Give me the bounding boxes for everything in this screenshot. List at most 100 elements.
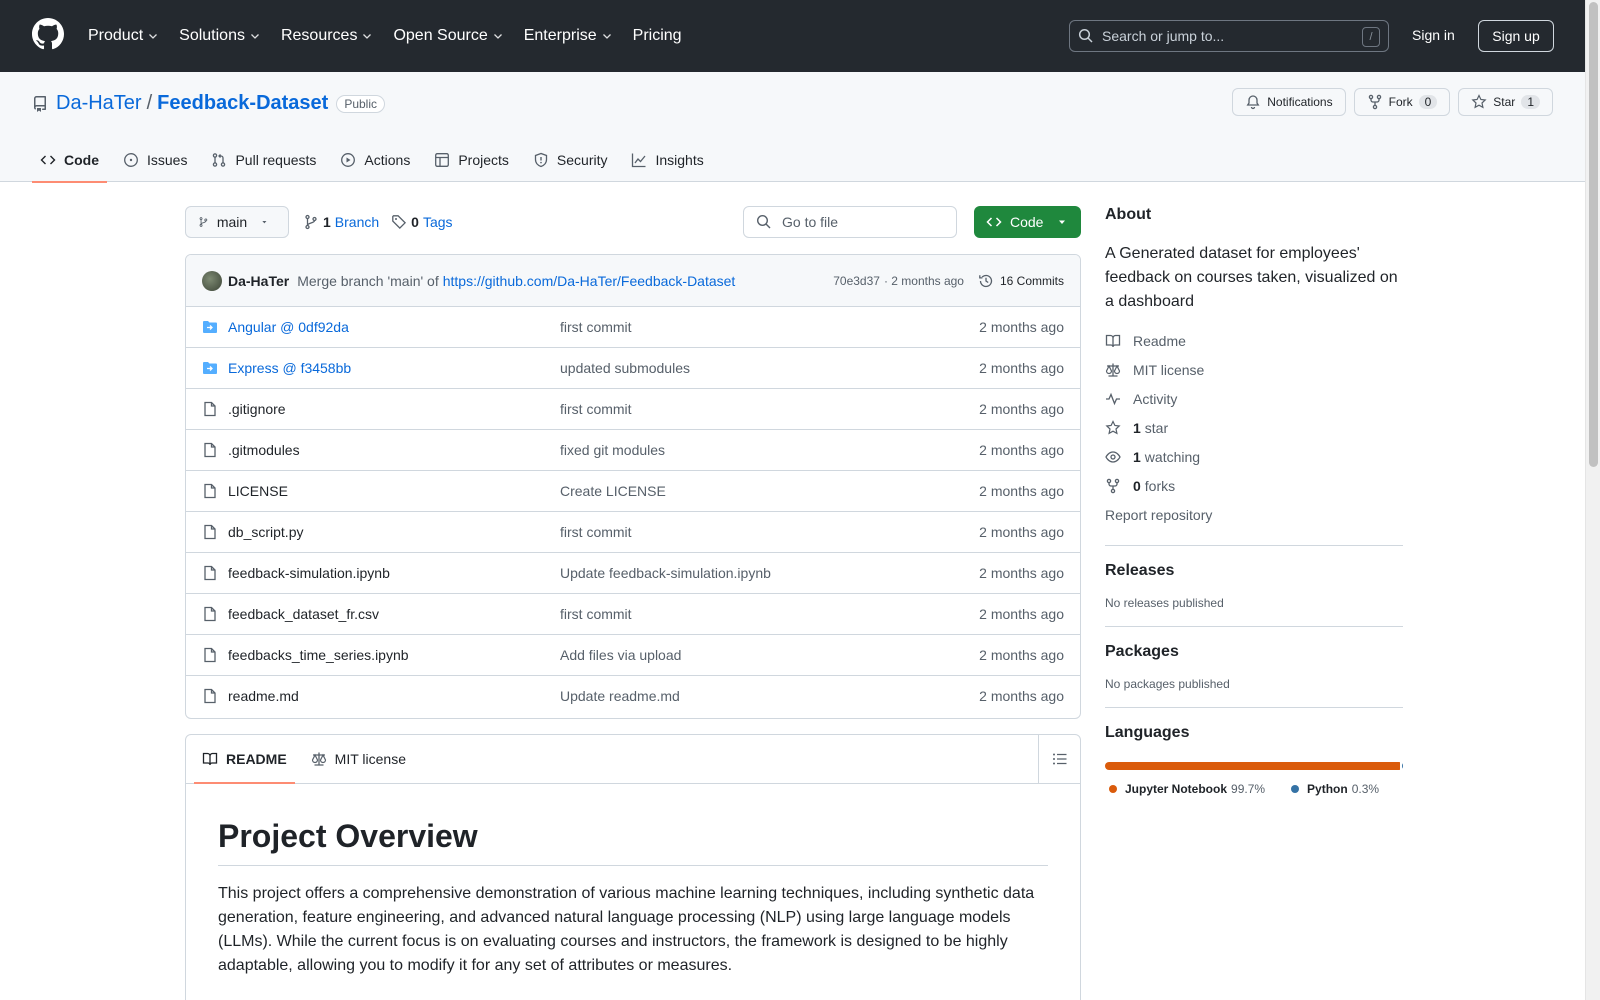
nav-open-source[interactable]: Open Source <box>393 24 503 48</box>
language-item[interactable]: Python 0.3% <box>1287 782 1379 796</box>
file-commit-message-link[interactable]: fixed git modules <box>560 442 665 458</box>
languages-title: Languages <box>1105 724 1190 741</box>
file-commit-message-link[interactable]: first commit <box>560 401 632 417</box>
watching-count: 1 <box>1133 448 1141 465</box>
repo-name-link[interactable]: Feedback-Dataset <box>157 92 328 115</box>
file-name-link[interactable]: LICENSE <box>228 483 288 499</box>
file-row[interactable]: Angular @ 0df92da first commit 2 months ag… <box>186 307 1080 348</box>
branch-select-button[interactable]: main <box>185 206 289 238</box>
repository-header: Da-HaTer / Feedback-Dataset Public Notif… <box>0 72 1585 183</box>
page-scrollbar[interactable] <box>1585 0 1600 1000</box>
fork-icon <box>1106 478 1120 493</box>
branches-link[interactable]: 1 Branch <box>303 214 379 230</box>
tab-label: Projects <box>458 152 509 168</box>
readme-link-label: Readme <box>1133 332 1186 349</box>
forks-label: forks <box>1144 477 1176 494</box>
file-commit-message-link[interactable]: first commit <box>560 524 632 540</box>
tab-insights[interactable]: Insights <box>623 138 711 182</box>
sign-in-link[interactable]: Sign in <box>1412 27 1455 43</box>
file-commit-message-link[interactable]: Update readme.md <box>560 688 680 704</box>
file-icon-wrap <box>202 401 218 417</box>
tags-link[interactable]: 0 Tags <box>391 214 453 230</box>
file-name-link[interactable]: Angular @ 0df92da <box>228 319 349 335</box>
commit-message-link[interactable]: https://github.com/Da-HaTer/Feedback-Dat… <box>443 273 736 289</box>
tab-security[interactable]: Security <box>525 138 616 182</box>
tab-readme[interactable]: README <box>194 735 295 784</box>
commit-hash-link[interactable]: 70e3d37 <box>833 274 880 288</box>
about-links: Readme MIT license Activity 1 star 1 wat… <box>1105 326 1403 529</box>
file-name-link[interactable]: Express @ f3458bb <box>228 360 351 376</box>
avatar[interactable] <box>202 270 222 291</box>
tab-license[interactable]: MIT license <box>303 735 414 783</box>
repo-owner-link[interactable]: Da-HaTer <box>56 92 142 115</box>
nav-enterprise[interactable]: Enterprise <box>524 24 613 48</box>
outline-button[interactable] <box>1038 735 1080 783</box>
packages-title[interactable]: Packages <box>1105 643 1403 661</box>
forks-link[interactable]: 0 forks <box>1105 471 1403 500</box>
report-repository-link[interactable]: Report repository <box>1105 500 1403 529</box>
star-button[interactable]: Star 1 <box>1458 88 1553 116</box>
file-name-link[interactable]: readme.md <box>228 688 299 704</box>
nav-pricing[interactable]: Pricing <box>633 24 682 48</box>
file-commit-message-link[interactable]: first commit <box>560 319 632 335</box>
tab-pull-requests[interactable]: Pull requests <box>203 138 324 182</box>
tag-count-label: Tags <box>422 214 453 230</box>
file-icon <box>204 565 216 581</box>
file-commit-message-link[interactable]: updated submodules <box>560 360 690 376</box>
file-icon <box>204 524 216 540</box>
file-icon-wrap <box>202 524 218 540</box>
file-row[interactable]: readme.md Update readme.md 2 months ago <box>186 676 1080 717</box>
chevron-down-icon <box>149 34 158 39</box>
tab-issues[interactable]: Issues <box>115 138 195 182</box>
language-name: Python <box>1307 782 1348 796</box>
nav-product[interactable]: Product <box>88 24 159 48</box>
watching-link[interactable]: 1 watching <box>1105 442 1403 471</box>
file-row[interactable]: .gitignore first commit 2 months ago <box>186 389 1080 430</box>
readme-link[interactable]: Readme <box>1105 326 1403 355</box>
file-commit-message-link[interactable]: Update feedback-simulation.ipynb <box>560 565 771 581</box>
commits-history-link[interactable]: 16 Commits <box>978 273 1064 289</box>
file-row[interactable]: Express @ f3458bb updated submodules 2 mon… <box>186 348 1080 389</box>
file-row[interactable]: feedbacks_time_series.ipynb Add files via… <box>186 635 1080 676</box>
law-icon <box>311 752 326 766</box>
file-name-link[interactable]: feedbacks_time_series.ipynb <box>228 647 409 663</box>
file-row[interactable]: LICENSE Create LICENSE 2 months ago <box>186 471 1080 512</box>
notifications-label: Notifications <box>1267 95 1333 109</box>
file-name-link[interactable]: feedback-simulation.ipynb <box>228 565 390 581</box>
file-row[interactable]: feedback-simulation.ipynb Update feedback… <box>186 553 1080 594</box>
search-input[interactable]: Search or jump to... / <box>1069 20 1389 52</box>
file-name-link[interactable]: feedback_dataset_fr.csv <box>228 606 379 622</box>
file-row[interactable]: feedback_dataset_fr.csv first commit 2 mon… <box>186 594 1080 635</box>
license-link[interactable]: MIT license <box>1105 355 1403 384</box>
file-name-link[interactable]: .gitignore <box>228 401 286 417</box>
releases-title[interactable]: Releases <box>1105 562 1403 580</box>
search-icon <box>756 214 771 229</box>
file-name-link[interactable]: db_script.py <box>228 524 303 540</box>
nav-resources[interactable]: Resources <box>281 24 373 48</box>
file-commit-message-link[interactable]: Add files via upload <box>560 647 681 663</box>
scrollbar-thumb[interactable] <box>1589 2 1598 467</box>
file-commit-message-link[interactable]: first commit <box>560 606 632 622</box>
stars-link[interactable]: 1 star <box>1105 413 1403 442</box>
file-name-link[interactable]: .gitmodules <box>228 442 300 458</box>
tab-code[interactable]: Code <box>32 138 107 183</box>
tab-label: Code <box>64 152 99 168</box>
activity-link[interactable]: Activity <box>1105 384 1403 413</box>
history-icon <box>979 274 993 288</box>
nav-label: Resources <box>280 27 358 44</box>
sign-up-button[interactable]: Sign up <box>1478 20 1554 52</box>
fork-button[interactable]: Fork 0 <box>1353 88 1451 116</box>
nav-solutions[interactable]: Solutions <box>179 24 261 48</box>
code-download-button[interactable]: Code <box>974 206 1081 238</box>
tab-actions[interactable]: Actions <box>332 138 418 182</box>
file-row[interactable]: .gitmodules fixed git modules 2 months ago <box>186 430 1080 471</box>
github-logo-icon[interactable] <box>32 18 64 50</box>
notifications-button[interactable]: Notifications <box>1232 88 1346 116</box>
language-color-dot <box>1291 785 1300 793</box>
commit-author-link[interactable]: Da-HaTer <box>228 273 289 289</box>
file-commit-message-link[interactable]: Create LICENSE <box>560 483 666 499</box>
file-row[interactable]: db_script.py first commit 2 months ago <box>186 512 1080 553</box>
go-to-file-input[interactable]: Go to file <box>743 206 957 238</box>
language-item[interactable]: Jupyter Notebook 99.7% <box>1105 782 1265 796</box>
tab-projects[interactable]: Projects <box>426 138 517 182</box>
